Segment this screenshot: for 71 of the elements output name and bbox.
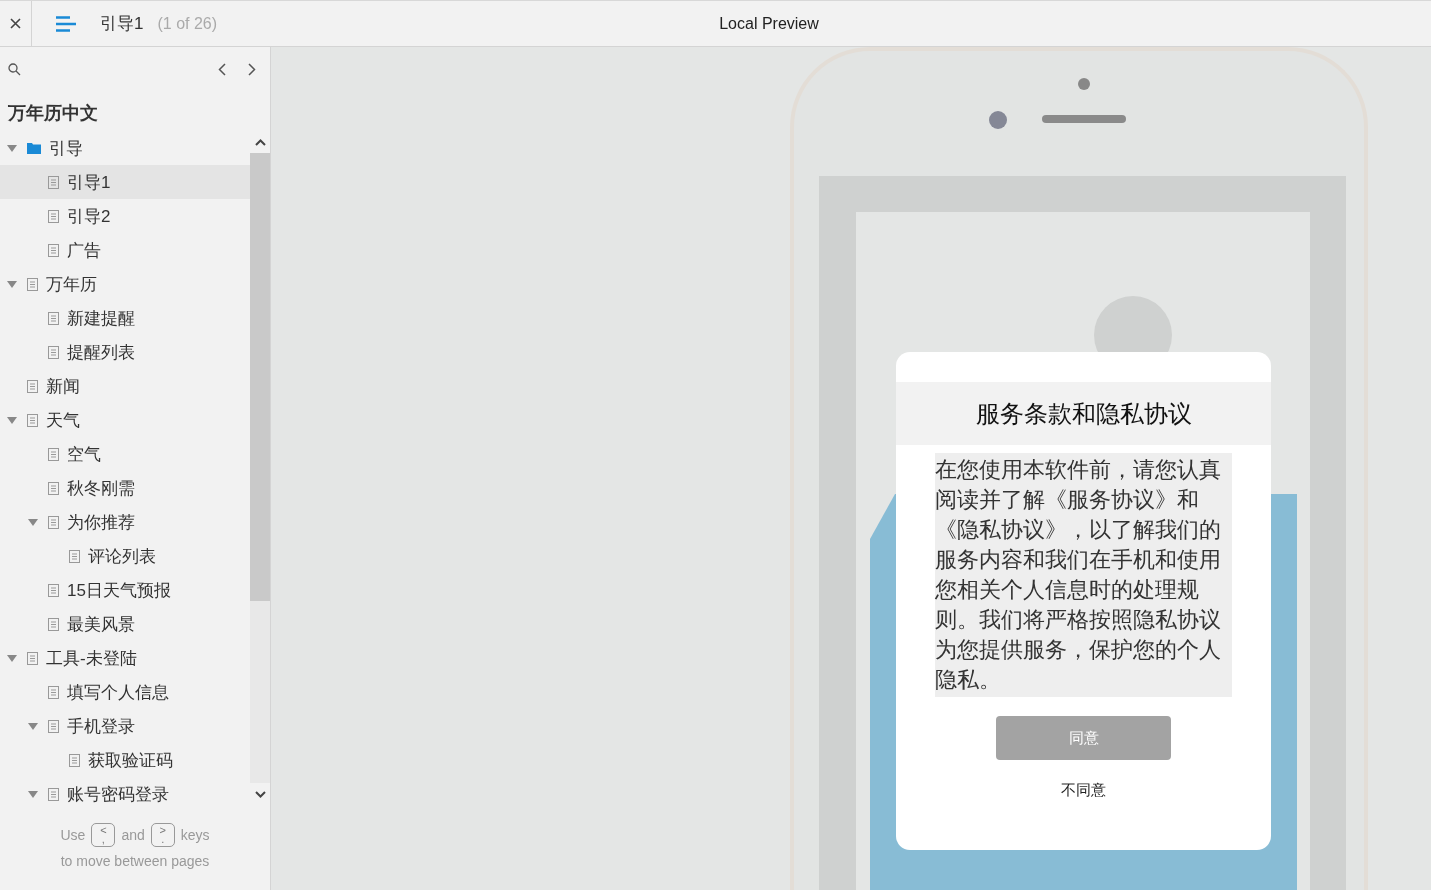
chevron-down-icon	[254, 790, 266, 798]
page-icon	[48, 175, 59, 189]
page-icon	[48, 583, 59, 597]
page-icon	[69, 549, 80, 563]
tree-item[interactable]: 广告	[0, 233, 250, 267]
chevron-right-icon	[248, 62, 256, 76]
expand-triangle-icon[interactable]	[28, 722, 38, 730]
hint-text: keys	[180, 827, 210, 843]
page-icon	[48, 209, 59, 223]
dialog-body: 在您使用本软件前，请您认真阅读并了解《服务协议》和《隐私协议》，以了解我们的服务内容和我们在手机和使用您相关个人信息时的处理规则。我们将严格按照隐私协议为您提供服务，保护您的个人隐私。	[935, 453, 1232, 697]
tree-item[interactable]: 手机登录	[0, 709, 250, 743]
tree-item[interactable]: 空气	[0, 437, 250, 471]
dialog-title: 服务条款和隐私协议	[896, 382, 1271, 445]
menu-icon	[56, 15, 76, 32]
chevron-up-icon	[254, 138, 266, 146]
tree-item[interactable]: 最美风景	[0, 607, 250, 641]
close-icon	[10, 18, 21, 29]
page-icon	[27, 651, 38, 665]
chevron-left-icon	[218, 62, 226, 76]
tree-item[interactable]: 获取验证码	[0, 743, 250, 777]
tree-item[interactable]: 提醒列表	[0, 335, 250, 369]
preview-title: Local Preview	[718, 14, 820, 33]
page-icon	[69, 753, 80, 767]
page-icon	[27, 413, 38, 427]
tree-item[interactable]: 为你推荐	[0, 505, 250, 539]
disagree-button[interactable]: 不同意	[1055, 780, 1112, 801]
tree-item[interactable]: 15日天气预报	[0, 573, 250, 607]
tree-item[interactable]: 新建提醒	[0, 301, 250, 335]
sensor-dot	[1078, 78, 1090, 90]
page-title: 引导1	[100, 13, 144, 35]
tree-item[interactable]: 工具-未登陆	[0, 641, 250, 675]
hint-text: Use	[60, 827, 86, 843]
page-icon	[48, 787, 59, 801]
page-icon	[48, 685, 59, 699]
expand-triangle-icon[interactable]	[28, 790, 38, 798]
tree-item[interactable]: 填写个人信息	[0, 675, 250, 709]
page-icon	[48, 243, 59, 257]
tree-item[interactable]: 天气	[0, 403, 250, 437]
camera-lens	[989, 111, 1007, 129]
page-icon	[48, 719, 59, 733]
hint-text: to move between pages	[60, 853, 210, 869]
tree-item[interactable]: 引导2	[0, 199, 250, 233]
tree-item[interactable]: 账号密码登录	[0, 777, 250, 805]
page-icon	[48, 345, 59, 359]
page-icon	[48, 617, 59, 631]
key-cap: < ,	[91, 823, 116, 847]
expand-triangle-icon[interactable]	[7, 144, 17, 152]
expand-triangle-icon[interactable]	[28, 518, 38, 526]
page-count: (1 of 26)	[157, 14, 218, 33]
search-icon	[8, 62, 21, 76]
page-icon	[27, 277, 38, 291]
expand-triangle-icon[interactable]	[7, 416, 17, 424]
hint-text: and	[121, 827, 145, 843]
tree-item[interactable]: 引导1	[0, 165, 250, 199]
page-icon	[48, 447, 59, 461]
page-icon	[48, 311, 59, 325]
tree-item[interactable]: 评论列表	[0, 539, 250, 573]
scrollbar-thumb[interactable]	[250, 153, 270, 601]
page-icon	[48, 481, 59, 495]
tree-item[interactable]: 引导	[0, 131, 250, 165]
expand-triangle-icon[interactable]	[7, 280, 17, 288]
tree-item[interactable]: 新闻	[0, 369, 250, 403]
search-button[interactable]	[8, 62, 21, 76]
project-title: 万年历中文	[7, 102, 99, 125]
tree-item[interactable]: 秋冬刚需	[0, 471, 250, 505]
tree-item[interactable]: 万年历	[0, 267, 250, 301]
folder-icon	[27, 142, 41, 154]
page-icon	[48, 515, 59, 529]
page-icon	[27, 379, 38, 393]
expand-triangle-icon[interactable]	[7, 654, 17, 662]
key-cap: > .	[150, 823, 175, 847]
